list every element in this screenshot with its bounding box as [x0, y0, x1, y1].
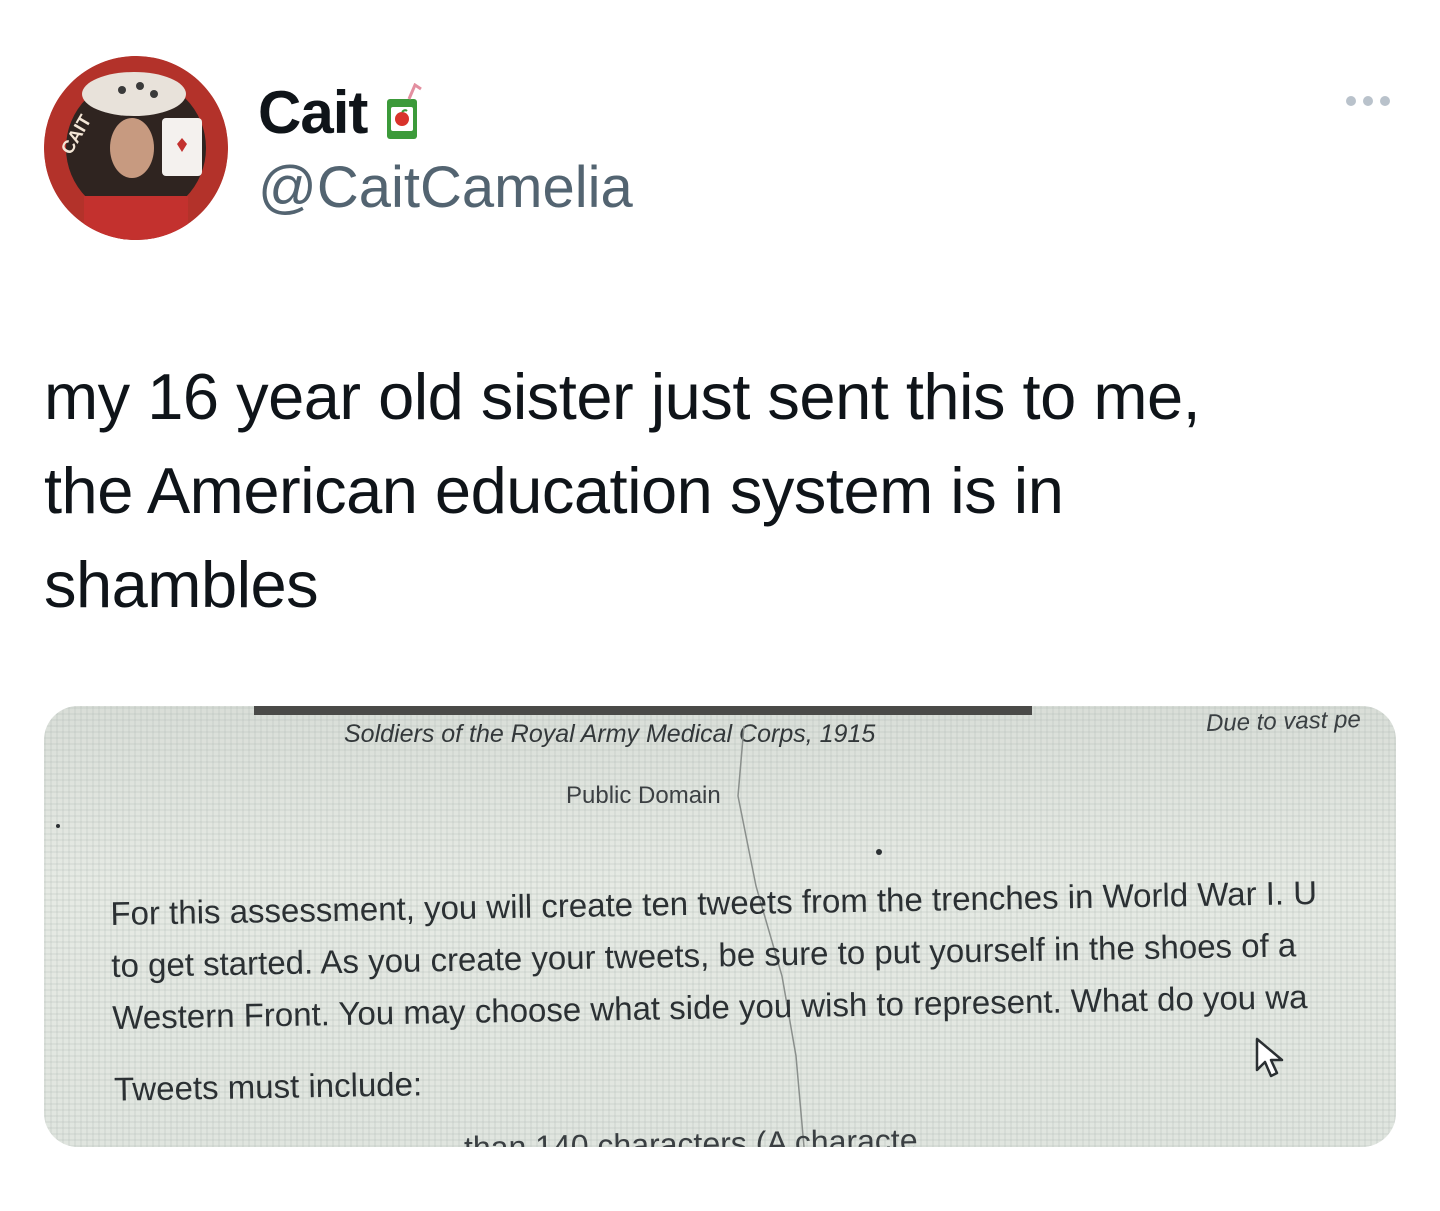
tweet-media-image[interactable]: Soldiers of the Royal Army Medical Corps… [44, 706, 1396, 1147]
assignment-paragraph: For this assessment, you will create ten… [110, 867, 1319, 1044]
tweet-text-line: the American education system is in [44, 454, 1064, 527]
user-handle[interactable]: @CaitCamelia [258, 154, 633, 221]
juice-box-icon [387, 82, 423, 139]
display-name[interactable]: Cait [258, 78, 425, 147]
display-name-text: Cait [258, 79, 368, 146]
mouse-cursor-icon [1255, 1037, 1284, 1078]
avatar-image: CAIT [44, 56, 228, 240]
more-dot [1380, 96, 1390, 106]
more-dot [1363, 96, 1373, 106]
more-options-icon[interactable] [1346, 96, 1390, 106]
tweets-must-include-label: Tweets must include: [113, 1065, 423, 1108]
more-dot [1346, 96, 1356, 106]
tweet-text: my 16 year old sister just sent this to … [44, 350, 1404, 632]
tweet-text-line: my 16 year old sister just sent this to … [44, 360, 1201, 433]
tweet-text-line: shambles [44, 548, 319, 621]
avatar[interactable]: CAIT [44, 56, 228, 240]
